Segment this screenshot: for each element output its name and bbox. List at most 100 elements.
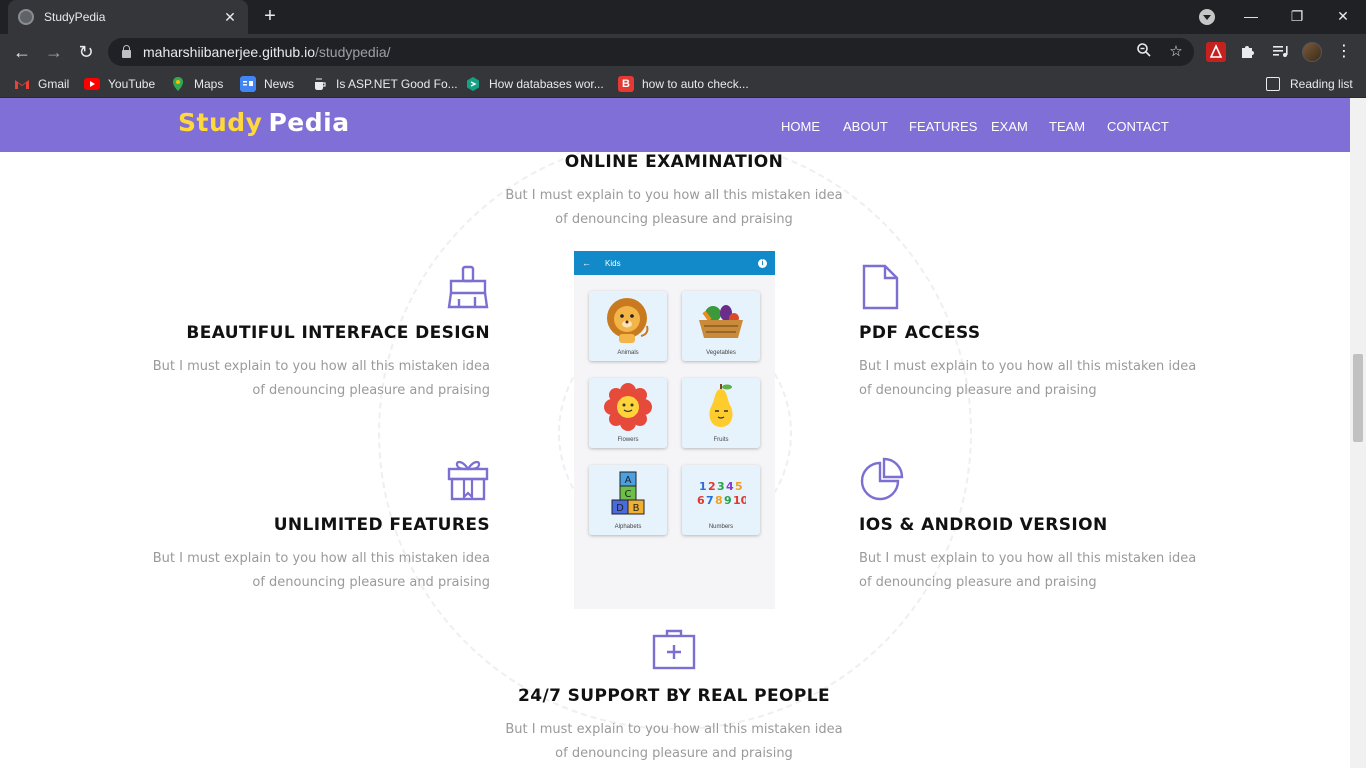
- card-vegetables: Vegetables: [682, 291, 760, 361]
- card-label: Vegetables: [706, 350, 736, 356]
- maximize-button[interactable]: ❐: [1274, 0, 1320, 34]
- url-path: /studypedia/: [315, 44, 391, 60]
- svg-text:7: 7: [706, 494, 714, 507]
- paint-brush-icon: [447, 265, 489, 309]
- svg-text:4: 4: [726, 480, 734, 493]
- site-navbar: Study Pedia HOME ABOUT FEATURES EXAM TEAM…: [0, 98, 1350, 152]
- lion-icon: [607, 298, 649, 343]
- card-label: Flowers: [617, 437, 639, 443]
- bookmark-youtube[interactable]: YouTube: [84, 74, 155, 94]
- feature-desc-unlimited-features: But I must explain to you how all this m…: [152, 551, 490, 590]
- svg-text:10: 10: [733, 494, 746, 507]
- pear-icon: [709, 384, 733, 427]
- feature-desc-support: But I must explain to you how all this m…: [505, 722, 843, 761]
- site-logo[interactable]: Study Pedia: [178, 108, 350, 137]
- scrollbar-thumb[interactable]: [1353, 354, 1363, 442]
- address-bar[interactable]: maharshiibanerjee.github.io/studypedia/ …: [108, 38, 1194, 66]
- bookmark-maps[interactable]: Maps: [170, 74, 223, 94]
- nav-team[interactable]: TEAM: [1049, 98, 1085, 152]
- nav-home[interactable]: HOME: [781, 98, 820, 152]
- bookmark-news[interactable]: News: [240, 74, 294, 94]
- app-back-icon: ←: [582, 258, 591, 268]
- gift-icon: [447, 460, 489, 501]
- info-icon: i: [758, 258, 767, 268]
- card-flowers: Flowers: [589, 378, 667, 448]
- feature-title-ios-android: IOS & ANDROID VERSION: [859, 515, 1108, 535]
- page-scrollbar[interactable]: [1350, 98, 1366, 768]
- url-host: maharshiibanerjee.github.io: [143, 44, 315, 60]
- card-fruits: Fruits: [682, 378, 760, 448]
- app-title: Kids: [605, 258, 621, 268]
- maps-icon: [170, 76, 186, 92]
- numbers-icon: 12 34 5 67 89 10: [697, 480, 746, 507]
- svg-text:A: A: [625, 475, 632, 486]
- svg-text:6: 6: [697, 494, 705, 507]
- reading-list-icon: [1266, 77, 1280, 91]
- svg-text:2: 2: [708, 480, 716, 493]
- window-close-button[interactable]: ✕: [1320, 0, 1366, 34]
- svg-text:8: 8: [715, 494, 723, 507]
- coffee-icon: [312, 76, 328, 92]
- tab-bar: StudyPedia ✕ + — ❐ ✕: [0, 0, 1366, 34]
- svg-text:D: D: [616, 503, 624, 514]
- tab-search-icon[interactable]: [1199, 9, 1215, 25]
- browser-menu-icon[interactable]: ⋮: [1334, 42, 1354, 62]
- feature-title-interface-design: BEAUTIFUL INTERFACE DESIGN: [186, 323, 490, 343]
- tab-title: StudyPedia: [44, 10, 106, 24]
- bookmark-auto-check[interactable]: Bhow to auto check...: [618, 74, 749, 94]
- bing-icon: B: [618, 76, 634, 92]
- feature-title-online-examination: ONLINE EXAMINATION: [564, 152, 784, 172]
- bookmarks-bar: Gmail YouTube Maps News Is ASP.NET Good …: [0, 70, 1366, 98]
- feature-desc-ios-android: But I must explain to you how all this m…: [859, 551, 1197, 590]
- vegetables-basket-icon: [699, 305, 743, 338]
- gmail-icon: [14, 76, 30, 92]
- feature-desc-online-examination: But I must explain to you how all this m…: [505, 188, 843, 227]
- feature-title-support: 24/7 SUPPORT BY REAL PEOPLE: [518, 686, 830, 706]
- svg-text:9: 9: [724, 494, 732, 507]
- bookmark-databases[interactable]: How databases wor...: [465, 74, 604, 94]
- minimize-button[interactable]: —: [1228, 0, 1274, 34]
- card-animals: Animals: [589, 291, 667, 361]
- reading-list-button[interactable]: Reading list: [1266, 74, 1353, 94]
- back-button[interactable]: ←: [10, 40, 34, 64]
- close-tab-button[interactable]: ✕: [222, 9, 238, 26]
- feature-desc-pdf-access: But I must explain to you how all this m…: [859, 359, 1197, 398]
- media-control-icon[interactable]: [1270, 42, 1290, 62]
- svg-text:1: 1: [699, 480, 707, 493]
- card-label: Alphabets: [614, 524, 642, 530]
- zoom-icon[interactable]: [1134, 42, 1154, 62]
- svg-text:C: C: [625, 489, 632, 500]
- nav-exam[interactable]: EXAM: [991, 98, 1028, 152]
- bookmark-star-icon[interactable]: ☆: [1166, 42, 1186, 62]
- feature-desc-interface-design: But I must explain to you how all this m…: [152, 359, 490, 398]
- profile-avatar[interactable]: [1302, 42, 1322, 62]
- youtube-icon: [84, 78, 100, 90]
- app-screenshot: ← Kids i Animals Vegetables Flowers Frui…: [574, 251, 775, 609]
- card-numbers: 12 34 5 67 89 10 Numbers: [682, 465, 760, 535]
- svg-text:B: B: [633, 503, 640, 514]
- bookmark-gmail[interactable]: Gmail: [14, 74, 69, 94]
- svg-text:3: 3: [717, 480, 725, 493]
- pdf-extension-icon[interactable]: [1206, 42, 1226, 62]
- page-viewport: Study Pedia HOME ABOUT FEATURES EXAM TEAM…: [0, 98, 1366, 768]
- browser-tab[interactable]: StudyPedia ✕: [8, 0, 248, 34]
- reload-button[interactable]: ↻: [74, 40, 98, 64]
- flower-icon: [604, 383, 652, 431]
- card-label: Fruits: [713, 437, 729, 443]
- nav-about[interactable]: ABOUT: [843, 98, 888, 152]
- browser-toolbar: ← → ↻ maharshiibanerjee.github.io/studyp…: [0, 34, 1366, 70]
- pie-chart-icon: [860, 457, 904, 501]
- news-icon: [240, 76, 256, 92]
- forward-button[interactable]: →: [42, 40, 66, 64]
- extensions-icon[interactable]: [1238, 42, 1258, 62]
- educative-icon: [465, 76, 481, 92]
- nav-contact[interactable]: CONTACT: [1107, 98, 1169, 152]
- globe-icon: [18, 9, 34, 25]
- svg-text:5: 5: [735, 480, 743, 493]
- nav-features[interactable]: FEATURES: [909, 98, 977, 152]
- bookmark-aspnet[interactable]: Is ASP.NET Good Fo...: [312, 74, 458, 94]
- new-tab-button[interactable]: +: [258, 5, 282, 29]
- feature-title-unlimited-features: UNLIMITED FEATURES: [273, 515, 490, 535]
- card-label: Numbers: [708, 524, 734, 530]
- first-aid-kit-icon: [652, 629, 696, 670]
